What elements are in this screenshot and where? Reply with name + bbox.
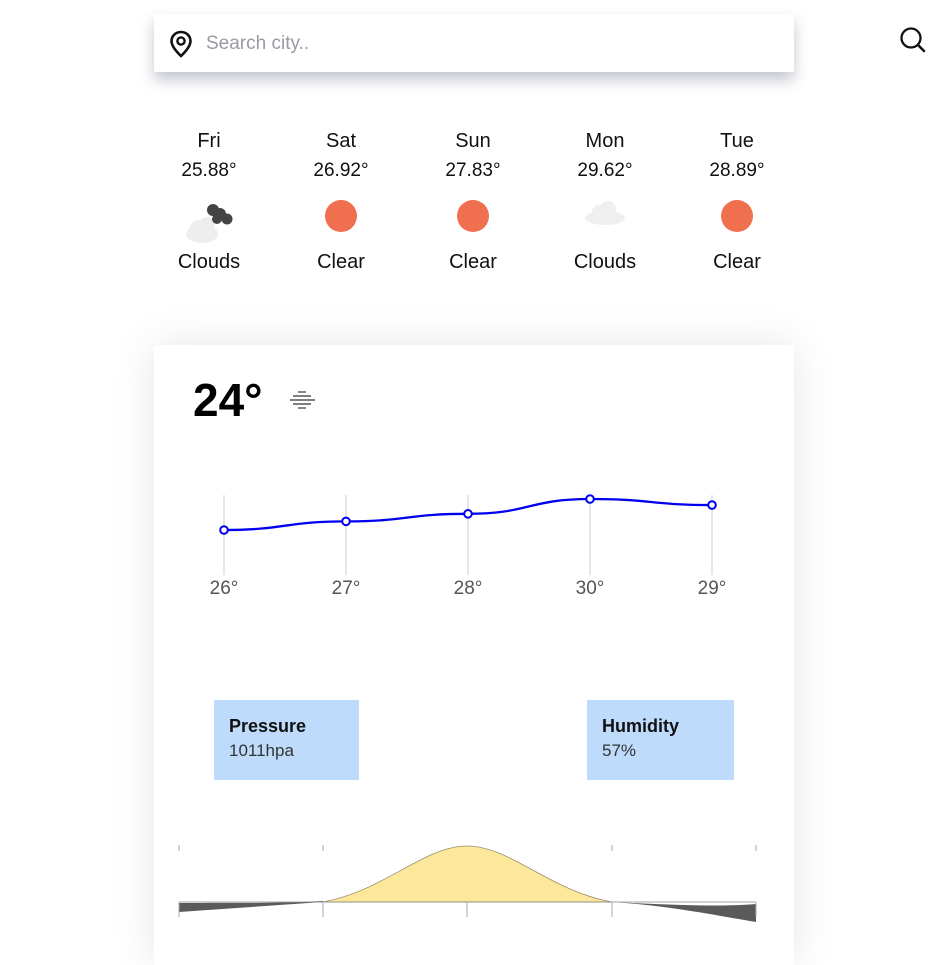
day-condition: Clouds (177, 251, 241, 273)
light-cloud-icon (585, 201, 625, 225)
night-area (179, 901, 323, 912)
day-name: Fri (197, 130, 221, 152)
day-temp: 28.89° (709, 160, 765, 181)
chart-tick-label: 28° (454, 578, 483, 599)
forecast-day[interactable]: Tue 28.89° Clear (682, 128, 792, 272)
sun-icon (457, 200, 489, 232)
forecast-row: Fri 25.88° Clouds Sat 26.92° Clear Sun 2… (154, 128, 794, 288)
chart-point (585, 494, 595, 504)
temperature-chart: 26° 27° 28° 30° 29° (210, 494, 727, 599)
chart-tick-label: 26° (210, 578, 239, 599)
humidity-box: Humidity 57% (587, 700, 734, 780)
search-icon[interactable] (898, 14, 928, 72)
day-temp: 25.88° (181, 160, 237, 181)
forecast-day[interactable]: Mon 29.62° Clouds (550, 128, 660, 272)
location-pin-icon[interactable] (168, 30, 194, 58)
day-condition: Clear (317, 251, 365, 273)
day-condition: Clear (713, 251, 761, 273)
search-bar (154, 14, 926, 72)
day-name: Tue (720, 130, 754, 152)
day-name: Sat (325, 130, 357, 152)
sun-icon (721, 200, 753, 232)
search-input[interactable] (204, 28, 728, 60)
forecast-day[interactable]: Fri 25.88° Clouds (154, 128, 264, 272)
forecast-day[interactable]: Sat 26.92° Clear (286, 128, 396, 272)
chart-tick-label: 27° (332, 578, 361, 599)
day-temp: 29.62° (577, 160, 633, 181)
day-temp: 26.92° (313, 160, 369, 181)
day-name: Mon (585, 130, 625, 152)
day-name: Sun (455, 130, 491, 152)
chart-tick-label: 29° (698, 578, 727, 599)
chart-tick-label: 30° (576, 578, 605, 599)
pressure-box: Pressure 1011hpa (214, 700, 359, 780)
night-area (612, 902, 756, 922)
daylight-area (322, 845, 613, 903)
day-condition: Clouds (573, 251, 637, 273)
weather-card: 24° 26° 27° 28° 30° 29° Pressure 1011hpa Hum… (154, 345, 794, 965)
sun-icon (325, 200, 357, 232)
day-condition: Clear (449, 251, 497, 273)
pressure-label: Pressure (229, 716, 307, 736)
daylight-chart (178, 845, 757, 922)
day-temp: 27.83° (445, 160, 501, 181)
chart-point (463, 509, 473, 519)
humidity-label: Humidity (602, 716, 680, 736)
dark-clouds-icon (186, 204, 233, 243)
forecast-day[interactable]: Sun 27.83° Clear (418, 128, 528, 272)
chart-point (341, 516, 351, 527)
chart-point (219, 525, 229, 535)
pressure-value: 1011hpa (229, 741, 294, 760)
humidity-value: 57% (602, 741, 637, 760)
chart-point (707, 500, 717, 510)
